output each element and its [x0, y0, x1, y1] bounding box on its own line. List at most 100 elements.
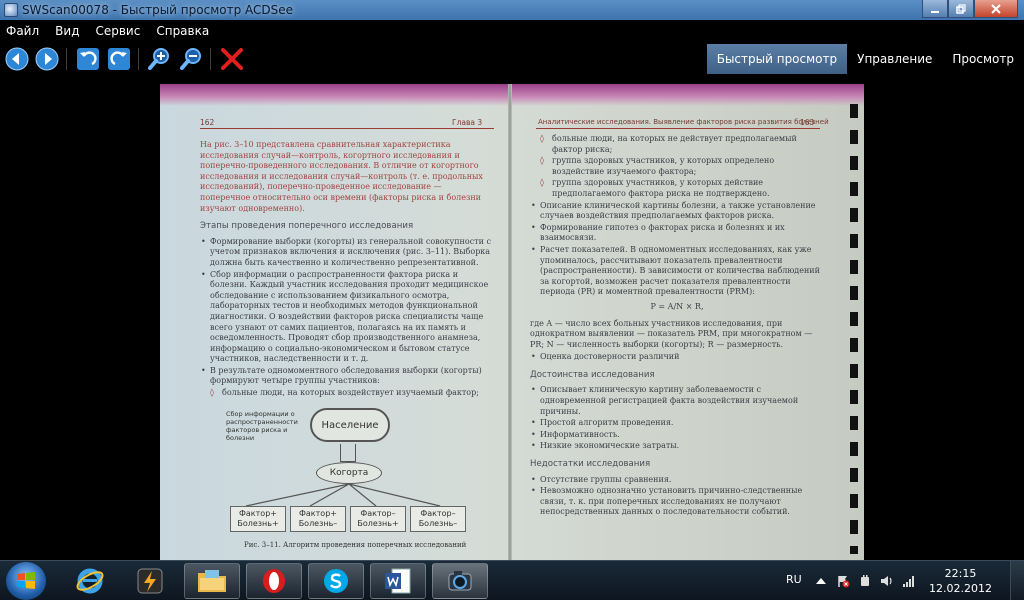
- taskbar-acdsee[interactable]: [432, 563, 488, 599]
- clock-date: 12.02.2012: [929, 582, 992, 595]
- winamp-lightning-icon: [137, 568, 163, 594]
- toolbar: Быстрый просмотр Управление Просмотр: [0, 42, 1024, 76]
- windows-logo-icon: [17, 572, 35, 589]
- zoom-in-icon: [148, 48, 169, 70]
- image-viewer[interactable]: 162 Глава 3 Аналитические исследования. …: [0, 76, 1024, 560]
- previous-button[interactable]: [5, 47, 29, 71]
- folder-icon: [198, 570, 226, 592]
- delete-button[interactable]: [220, 47, 244, 71]
- taskbar: RU 22:15 12.02.2012: [0, 560, 1024, 600]
- acdsee-window: SWScan00078 - Быстрый просмотр ACDSee Фа…: [0, 0, 1024, 600]
- list-item: Формирование выборки (когорты) из генера…: [200, 237, 492, 269]
- tab-view[interactable]: Просмотр: [942, 44, 1024, 74]
- factor-node: Фактор– Болезнь+: [350, 506, 406, 532]
- toolbar-separator: [66, 48, 67, 70]
- menu-bar: Файл Вид Сервис Справка: [0, 20, 1024, 42]
- next-button[interactable]: [35, 47, 59, 71]
- maximize-button[interactable]: [948, 0, 974, 18]
- menu-tools[interactable]: Сервис: [95, 24, 140, 38]
- volume-icon[interactable]: [880, 574, 894, 588]
- taskbar-skype[interactable]: [308, 563, 364, 599]
- rotate-left-button[interactable]: [76, 47, 100, 71]
- factor-node: Фактор+ Болезнь+: [230, 506, 286, 532]
- power-plug-icon[interactable]: [858, 574, 872, 588]
- menu-file[interactable]: Файл: [6, 24, 39, 38]
- formula-where: где A — число всех больных участников ис…: [530, 318, 813, 349]
- factor-node: Фактор+ Болезнь–: [290, 506, 346, 532]
- list-item: Расчет показателей. В одномоментных иссл…: [530, 245, 824, 298]
- diagram-arrows: [245, 484, 441, 507]
- list-item: Простой алгоритм проведения.: [530, 418, 824, 429]
- network-signal-icon[interactable]: [902, 574, 916, 588]
- scan-edge: [160, 84, 864, 106]
- left-page-number: 162: [200, 118, 215, 127]
- close-icon: [991, 3, 1001, 14]
- show-hidden-icons-arrow-icon[interactable]: [814, 574, 828, 588]
- diagram-side-note: Сбор информации о распространенности фак…: [226, 410, 298, 442]
- left-chapter: Глава 3: [452, 118, 483, 127]
- formula: P = A/N × R,: [650, 301, 704, 311]
- taskbar-winamp[interactable]: [122, 563, 178, 599]
- close-button[interactable]: [974, 0, 1018, 18]
- start-button[interactable]: [6, 562, 46, 600]
- arrow-right-icon: [35, 47, 59, 71]
- delete-x-icon: [221, 48, 243, 70]
- title-bar[interactable]: SWScan00078 - Быстрый просмотр ACDSee: [0, 0, 1024, 20]
- tab-manage[interactable]: Управление: [847, 44, 942, 74]
- minimize-button[interactable]: [922, 0, 948, 18]
- page-edges: [850, 104, 858, 554]
- list-item: Описывает клиническую картину заболеваем…: [530, 385, 824, 417]
- list-item: Отсутствие группы сравнения.: [530, 475, 824, 486]
- internet-explorer-icon: [76, 568, 104, 594]
- right-page-number: 163: [800, 118, 815, 127]
- clock[interactable]: 22:15 12.02.2012: [929, 566, 992, 596]
- window-title: SWScan00078 - Быстрый просмотр ACDSee: [22, 3, 294, 17]
- action-center-flag-icon[interactable]: [836, 574, 850, 588]
- arrow-down: [340, 444, 356, 462]
- list-item: В результате одномоментного обследования…: [200, 366, 492, 387]
- show-desktop-button[interactable]: [1010, 561, 1024, 600]
- list-item: Невозможно однозначно установить причинн…: [530, 486, 824, 518]
- algorithm-diagram: Сбор информации о распространенности фак…: [226, 406, 466, 548]
- right-page: больные люди, на которых не действует пр…: [530, 134, 824, 519]
- right-header: Аналитические исследования. Выявление фа…: [538, 118, 829, 126]
- menu-view[interactable]: Вид: [55, 24, 79, 38]
- rotate-right-icon: [108, 48, 130, 70]
- mode-tabs: Быстрый просмотр Управление Просмотр: [706, 44, 1024, 74]
- cohort-node: Когорта: [316, 462, 382, 484]
- book-fold: [508, 84, 512, 560]
- word-icon: [385, 568, 411, 594]
- minimize-icon: [931, 10, 939, 13]
- restore-icon: [956, 3, 966, 14]
- zoom-in-button[interactable]: [147, 47, 171, 71]
- acdsee-camera-icon: [448, 571, 472, 591]
- rotate-right-button[interactable]: [107, 47, 131, 71]
- app-icon[interactable]: [4, 3, 18, 17]
- left-page: На рис. 3–10 представлена сравнительная …: [200, 140, 492, 400]
- taskbar-opera[interactable]: [246, 563, 302, 599]
- advantages-heading: Достоинства исследования: [530, 369, 655, 380]
- disadvantages-heading: Недостатки исследования: [530, 459, 651, 470]
- left-heading: Этапы проведения поперечного исследовани…: [200, 221, 414, 232]
- figure-caption: Рис. 3–11. Алгоритм проведения поперечны…: [244, 541, 467, 549]
- right-header-rule: [536, 128, 820, 129]
- toolbar-separator: [210, 48, 211, 70]
- menu-help[interactable]: Справка: [156, 24, 209, 38]
- taskbar-word[interactable]: [370, 563, 426, 599]
- taskbar-explorer[interactable]: [184, 563, 240, 599]
- list-item: Низкие экономические затраты.: [530, 441, 824, 452]
- taskbar-internet-explorer[interactable]: [62, 563, 118, 599]
- list-item: Сбор информации о распространенности фак…: [200, 270, 492, 365]
- tab-quick-view[interactable]: Быстрый просмотр: [706, 44, 848, 74]
- window-controls: [922, 0, 1018, 18]
- language-indicator[interactable]: RU: [786, 573, 802, 586]
- zoom-out-button[interactable]: [179, 47, 203, 71]
- skype-icon: [324, 569, 348, 593]
- scanned-image[interactable]: 162 Глава 3 Аналитические исследования. …: [160, 84, 864, 560]
- population-node: Население: [310, 408, 390, 442]
- list-item: Формирование гипотез о факторах риска и …: [530, 223, 824, 244]
- rotate-left-icon: [77, 48, 99, 70]
- factor-node: Фактор– Болезнь–: [410, 506, 466, 532]
- list-subitem: больные люди, на которых воздействует из…: [200, 388, 492, 399]
- toolbar-separator: [138, 48, 139, 70]
